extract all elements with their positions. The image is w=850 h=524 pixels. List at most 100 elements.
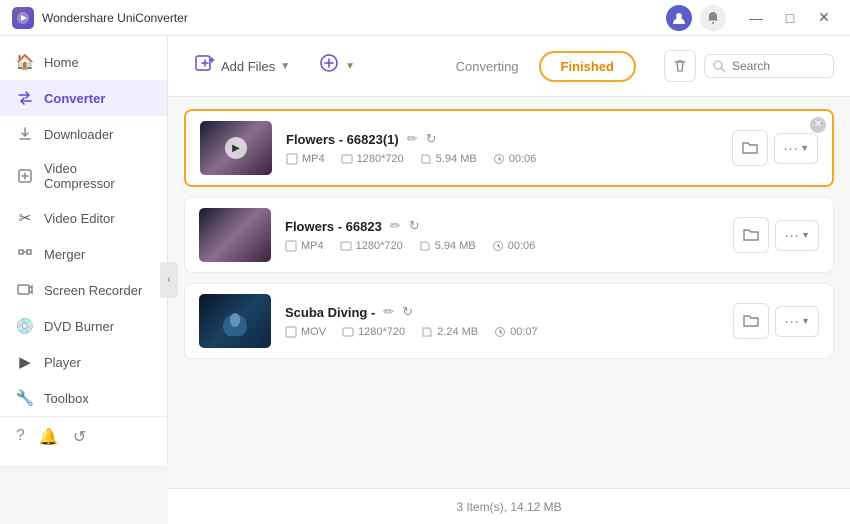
close-item-btn-1[interactable]: ✕ bbox=[810, 117, 826, 133]
file-resolution-1: 1280*720 bbox=[341, 153, 404, 165]
file-resolution-2: 1280*720 bbox=[340, 240, 403, 252]
add-files-chevron: ▼ bbox=[280, 61, 290, 72]
sidebar-item-player[interactable]: ▶ Player bbox=[0, 344, 167, 380]
refresh-icon[interactable]: ↺ bbox=[73, 427, 86, 447]
file-actions-2: ··· ▼ bbox=[733, 217, 819, 253]
edit-title-btn-1[interactable]: ✏ bbox=[407, 131, 418, 147]
tab-finished[interactable]: Finished bbox=[539, 51, 636, 82]
sidebar-item-video-compressor[interactable]: Video Compressor bbox=[0, 152, 167, 200]
file-duration-3: 00:07 bbox=[494, 326, 538, 338]
size-icon-1 bbox=[420, 153, 432, 165]
format-icon-3 bbox=[285, 326, 297, 338]
sidebar-item-dvd-burner[interactable]: 💿 DVD Burner bbox=[0, 308, 167, 344]
help-icon[interactable]: ? bbox=[16, 427, 25, 447]
file-list: ▶ Flowers - 66823(1) ✏ ↻ MP4 bbox=[168, 97, 850, 488]
sidebar-label-player: Player bbox=[44, 355, 81, 370]
search-box bbox=[704, 54, 834, 78]
file-size-3: 2.24 MB bbox=[421, 326, 478, 338]
refresh-btn-2[interactable]: ↻ bbox=[409, 218, 420, 234]
add-files-button[interactable]: Add Files ▼ bbox=[184, 46, 300, 86]
file-size-2: 5.94 MB bbox=[419, 240, 476, 252]
file-resolution-value-3: 1280*720 bbox=[358, 326, 405, 338]
window-controls: — □ ✕ bbox=[742, 7, 838, 29]
compressor-icon bbox=[16, 167, 34, 185]
open-folder-btn-2[interactable] bbox=[733, 217, 769, 253]
file-thumb-1[interactable]: ▶ bbox=[200, 121, 272, 175]
file-actions-1: ··· ▼ bbox=[732, 130, 818, 166]
file-size-1: 5.94 MB bbox=[420, 153, 477, 165]
toolbox-icon: 🔧 bbox=[16, 389, 34, 407]
file-format-2: MP4 bbox=[285, 240, 324, 252]
sidebar-label-downloader: Downloader bbox=[44, 127, 113, 142]
bell-icon[interactable]: 🔔 bbox=[39, 427, 59, 447]
add-format-button[interactable]: ▼ bbox=[308, 46, 365, 86]
file-item-1: ▶ Flowers - 66823(1) ✏ ↻ MP4 bbox=[184, 109, 834, 187]
file-format-3: MOV bbox=[285, 326, 326, 338]
sidebar-label-toolbox: Toolbox bbox=[44, 391, 89, 406]
file-item-3: Scuba Diving - ✏ ↻ MOV 1280*720 bbox=[184, 283, 834, 359]
sidebar-item-downloader[interactable]: Downloader bbox=[0, 116, 167, 152]
search-icon bbox=[713, 60, 726, 73]
titlebar-icon-group bbox=[666, 5, 726, 31]
open-folder-btn-1[interactable] bbox=[732, 130, 768, 166]
file-meta-3: MOV 1280*720 2.24 MB 00:07 bbox=[285, 326, 719, 338]
sidebar-label-merger: Merger bbox=[44, 247, 85, 262]
merger-icon bbox=[16, 245, 34, 263]
dvd-icon: 💿 bbox=[16, 317, 34, 335]
more-chevron-icon-1: ▼ bbox=[800, 143, 809, 153]
more-actions-btn-3[interactable]: ··· ▼ bbox=[775, 306, 819, 337]
sidebar-item-video-editor[interactable]: ✂ Video Editor bbox=[0, 200, 167, 236]
file-info-1: Flowers - 66823(1) ✏ ↻ MP4 1280*720 bbox=[286, 131, 718, 165]
duration-icon-1 bbox=[493, 153, 505, 165]
close-button[interactable]: ✕ bbox=[810, 7, 838, 29]
file-format-1: MP4 bbox=[286, 153, 325, 165]
file-title-3: Scuba Diving - bbox=[285, 305, 375, 320]
sidebar-item-screen-recorder[interactable]: Screen Recorder bbox=[0, 272, 167, 308]
file-meta-2: MP4 1280*720 5.94 MB 00:06 bbox=[285, 240, 719, 252]
tab-converting[interactable]: Converting bbox=[436, 53, 539, 80]
open-folder-btn-3[interactable] bbox=[733, 303, 769, 339]
toolbar-right bbox=[664, 50, 834, 82]
more-dots-icon-1: ··· bbox=[783, 140, 798, 157]
notification-icon[interactable] bbox=[700, 5, 726, 31]
file-title-2: Flowers - 66823 bbox=[285, 219, 382, 234]
converter-icon bbox=[16, 89, 34, 107]
maximize-button[interactable]: □ bbox=[776, 7, 804, 29]
minimize-button[interactable]: — bbox=[742, 7, 770, 29]
sidebar-label-video-compressor: Video Compressor bbox=[44, 161, 151, 191]
user-icon[interactable] bbox=[666, 5, 692, 31]
resolution-icon-3 bbox=[342, 326, 354, 338]
sidebar-item-toolbox[interactable]: 🔧 Toolbox bbox=[0, 380, 167, 416]
more-actions-btn-2[interactable]: ··· ▼ bbox=[775, 220, 819, 251]
sidebar-label-video-editor: Video Editor bbox=[44, 211, 115, 226]
file-thumb-3[interactable] bbox=[199, 294, 271, 348]
sidebar-item-merger[interactable]: Merger bbox=[0, 236, 167, 272]
add-format-icon bbox=[318, 52, 340, 80]
file-title-1: Flowers - 66823(1) bbox=[286, 132, 399, 147]
more-dots-icon-2: ··· bbox=[784, 227, 799, 244]
delete-button[interactable] bbox=[664, 50, 696, 82]
more-actions-btn-1[interactable]: ··· ▼ bbox=[774, 133, 818, 164]
refresh-btn-3[interactable]: ↻ bbox=[402, 304, 413, 320]
file-resolution-3: 1280*720 bbox=[342, 326, 405, 338]
recorder-icon bbox=[16, 281, 34, 299]
refresh-btn-1[interactable]: ↻ bbox=[426, 131, 437, 147]
edit-title-btn-3[interactable]: ✏ bbox=[383, 304, 394, 320]
file-format-value-3: MOV bbox=[301, 326, 326, 338]
file-duration-1: 00:06 bbox=[493, 153, 537, 165]
app-logo bbox=[12, 7, 34, 29]
file-format-value-2: MP4 bbox=[301, 240, 324, 252]
file-resolution-value-1: 1280*720 bbox=[357, 153, 404, 165]
edit-title-btn-2[interactable]: ✏ bbox=[390, 218, 401, 234]
file-size-value-2: 5.94 MB bbox=[435, 240, 476, 252]
search-input[interactable] bbox=[732, 59, 822, 73]
file-item-2: Flowers - 66823 ✏ ↻ MP4 1280*720 bbox=[184, 197, 834, 273]
sidebar-item-converter[interactable]: Converter bbox=[0, 80, 167, 116]
file-actions-3: ··· ▼ bbox=[733, 303, 819, 339]
sidebar-collapse-btn[interactable]: ‹ bbox=[160, 262, 178, 298]
sidebar-item-home[interactable]: 🏠 Home bbox=[0, 44, 167, 80]
resolution-icon-1 bbox=[341, 153, 353, 165]
file-thumb-2[interactable] bbox=[199, 208, 271, 262]
play-button-1[interactable]: ▶ bbox=[225, 137, 247, 159]
more-dots-icon-3: ··· bbox=[784, 313, 799, 330]
